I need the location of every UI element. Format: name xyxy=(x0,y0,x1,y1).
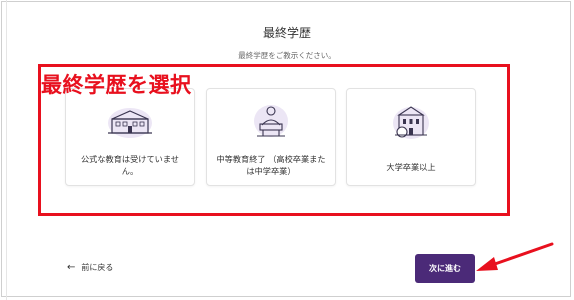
annotation-label: 最終学歴を選択 xyxy=(41,73,192,97)
annotation-arrow-icon xyxy=(476,242,554,271)
left-edge-divider xyxy=(0,0,7,300)
page-subtitle: 最終学歴をご教示ください。 xyxy=(238,51,336,60)
page-title: 最終学歴 xyxy=(262,26,311,40)
back-label: 前に戻る xyxy=(81,263,114,272)
next-button[interactable]: 次に進む xyxy=(415,254,475,283)
arrow-left-icon: ← xyxy=(67,262,76,273)
back-link[interactable]: ← 前に戻る xyxy=(67,262,113,273)
